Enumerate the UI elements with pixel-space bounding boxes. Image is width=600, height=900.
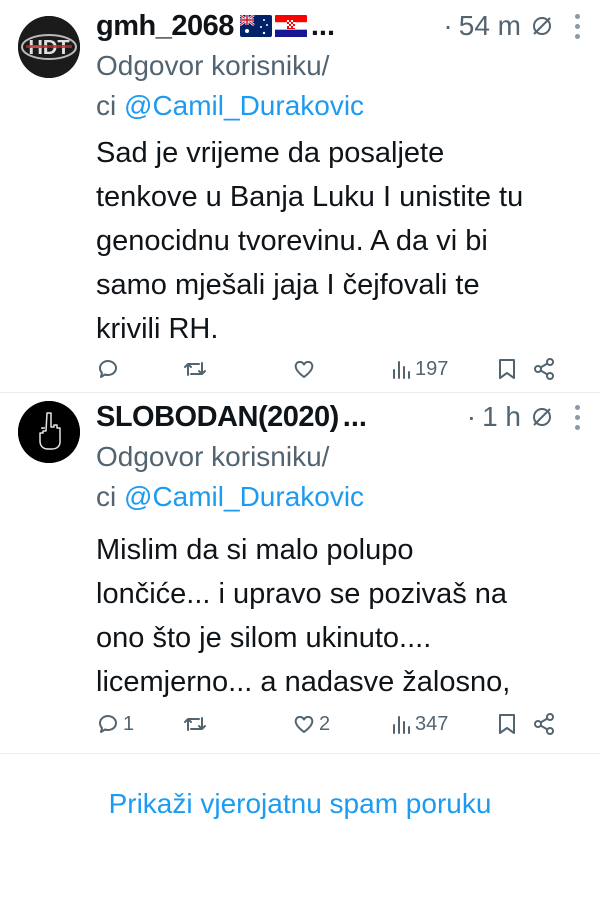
mention-link[interactable]: @Camil_Durakovic — [124, 90, 364, 121]
grok-icon[interactable] — [531, 15, 553, 37]
reply-context: Odgovor korisniku/ ci @Camil_Durakovic — [96, 46, 580, 126]
share-icon — [534, 358, 554, 380]
tweet-line: Sad je vrijeme da posaljete — [96, 137, 445, 169]
action-bar: 1 2 347 — [96, 706, 572, 742]
share-button[interactable] — [532, 712, 556, 736]
australia-flag-icon — [239, 15, 272, 37]
tweet-line: krivili RH. — [96, 313, 219, 345]
like-count: 2 — [319, 712, 331, 735]
show-spam-reply-link[interactable]: Prikaži vjerojatnu spam poruku — [0, 788, 600, 820]
more-options-icon[interactable] — [575, 13, 580, 39]
views-chart-icon — [393, 716, 410, 734]
separator: · — [443, 10, 453, 41]
tweet-1[interactable]: HDT gmh_2068 — [0, 0, 600, 393]
reply-context: Odgovor korisniku/ ci @Camil_Durakovic — [96, 437, 580, 517]
reply-icon — [99, 715, 117, 733]
tweet-line: samo mješali jaja I čejfovali te — [96, 269, 480, 301]
hdt-logo-icon: HDT — [18, 16, 80, 78]
reply-icon — [99, 360, 117, 378]
reply-prefix-suffix: ci — [96, 90, 117, 121]
tweet-text: Mislim da si malo polupo lončiće... i up… — [96, 528, 576, 704]
username[interactable]: gmh_2068 — [96, 10, 234, 43]
timestamp[interactable]: 1 h — [482, 401, 521, 433]
like-button[interactable]: 2 — [292, 712, 390, 736]
tweet-header: gmh_2068 ... · 54 m — [96, 6, 580, 46]
name-truncation: ... — [342, 400, 367, 433]
tweet-line: licemjerno... a nadasve žalosno, — [96, 666, 511, 698]
reply-prefix: Odgovor korisniku/ — [96, 50, 330, 81]
tweet-line: Mislim da si malo polupo — [96, 534, 414, 566]
share-button[interactable] — [532, 357, 556, 381]
avatar[interactable]: HDT — [18, 16, 80, 78]
timestamp[interactable]: 54 m — [459, 10, 521, 42]
like-button[interactable] — [292, 357, 390, 381]
username[interactable]: SLOBODAN(2020) — [96, 401, 339, 434]
tweet-2[interactable]: SLOBODAN(2020) ... · 1 h Odgovor korisni… — [0, 393, 600, 754]
more-options-icon[interactable] — [575, 404, 580, 430]
retweet-button[interactable] — [182, 357, 292, 381]
bookmark-button[interactable] — [496, 357, 532, 381]
user-flags — [239, 15, 307, 37]
tweet-meta: · 54 m — [443, 10, 580, 42]
tweet-text: Sad je vrijeme da posaljete tenkove u Ba… — [96, 131, 576, 351]
bookmark-button[interactable] — [496, 712, 532, 736]
avatar[interactable] — [18, 401, 80, 463]
tweet-line: tenkove u Banja Luku I unistite tu — [96, 181, 524, 213]
views-button[interactable]: 197 — [390, 358, 496, 381]
retweet-icon — [184, 362, 206, 376]
separator: · — [466, 401, 477, 432]
mention-link[interactable]: @Camil_Durakovic — [124, 481, 364, 512]
tweet-line: lončiće... i upravo se pozivaš na — [96, 578, 508, 610]
tweet-header: SLOBODAN(2020) ... · 1 h — [96, 397, 580, 437]
reply-button[interactable]: 1 — [96, 712, 182, 736]
croatia-flag-icon — [274, 15, 307, 37]
views-chart-icon — [393, 361, 410, 379]
views-button[interactable]: 347 — [390, 713, 496, 736]
share-icon — [534, 713, 554, 735]
reply-button[interactable] — [96, 357, 182, 381]
reply-count: 1 — [123, 712, 135, 735]
retweet-button[interactable] — [182, 712, 292, 736]
tweet-line: ono što je silom ukinuto.... — [96, 622, 432, 654]
heart-icon — [294, 360, 314, 378]
retweet-icon — [184, 717, 206, 731]
grok-icon[interactable] — [531, 406, 553, 428]
view-count: 197 — [415, 357, 449, 380]
tweet-line: genocidnu tvorevinu. A da vi bi — [96, 225, 488, 257]
action-bar: 197 — [96, 351, 572, 387]
name-truncation: ... — [310, 9, 336, 42]
reply-prefix: Odgovor korisniku/ — [96, 441, 330, 472]
bookmark-icon — [499, 714, 515, 734]
middle-finger-icon — [18, 401, 80, 463]
bookmark-icon — [499, 359, 515, 379]
heart-icon — [294, 715, 314, 733]
reply-prefix-suffix: ci — [96, 481, 117, 512]
tweet-meta: · 1 h — [467, 401, 580, 433]
view-count: 347 — [415, 712, 449, 735]
